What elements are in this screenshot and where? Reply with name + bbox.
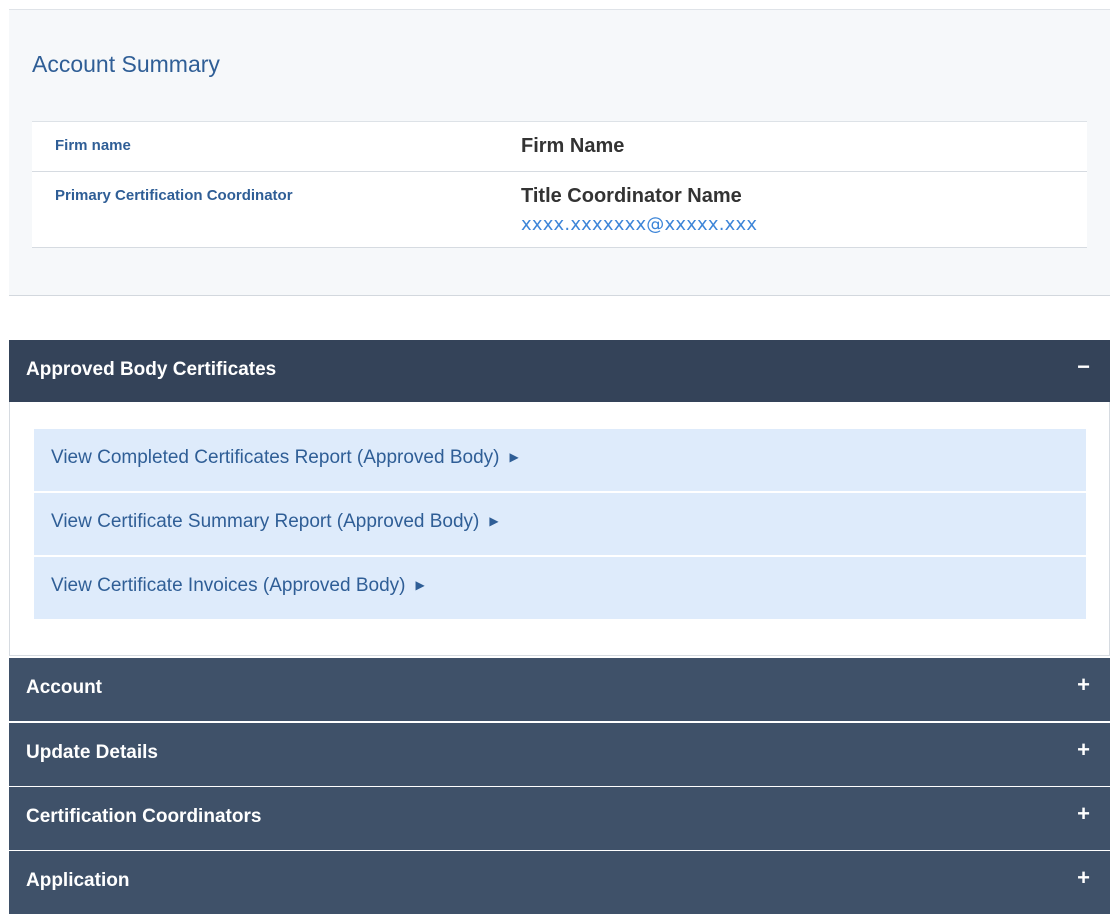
accordion-header-account[interactable]: Account + (9, 658, 1110, 721)
accordion-header-approved-body-certificates[interactable]: Approved Body Certificates − (9, 340, 1110, 403)
link-label[interactable]: View Completed Certificates Report (Appr… (51, 447, 499, 468)
link-label-wrap[interactable]: View Completed Certificates Report (Appr… (51, 447, 519, 469)
collapse-icon[interactable]: − (1077, 356, 1090, 378)
accordion-header-update-details[interactable]: Update Details + (9, 723, 1110, 786)
coordinator-email-link[interactable]: xxxx.xxxxxxx@xxxxx.xxx (521, 214, 757, 235)
link-label-wrap[interactable]: View Certificate Summary Report (Approve… (51, 511, 499, 533)
firm-name-row: Firm name Firm Name (32, 122, 1087, 172)
accordion-title: Approved Body Certificates (26, 359, 277, 380)
accordion-header-application[interactable]: Application + (9, 851, 1110, 914)
account-summary-card: Account Summary Firm name Firm Name Prim… (9, 9, 1110, 296)
view-certificate-invoices-link[interactable]: View Certificate Invoices (Approved Body… (34, 557, 1086, 619)
accordion-title: Application (26, 870, 130, 891)
play-arrow-icon: ▶ (415, 578, 425, 592)
accordion-panel-approved-body-certificates: View Completed Certificates Report (Appr… (9, 402, 1110, 656)
link-label-wrap[interactable]: View Certificate Invoices (Approved Body… (51, 575, 425, 597)
expand-icon[interactable]: + (1077, 674, 1090, 696)
account-summary-table: Firm name Firm Name Primary Certificatio… (32, 121, 1087, 248)
accordion-title: Update Details (26, 742, 158, 763)
coordinator-name: Title Coordinator Name (521, 185, 742, 207)
expand-icon[interactable]: + (1077, 739, 1090, 761)
account-summary-title: Account Summary (32, 51, 220, 77)
expand-icon[interactable]: + (1077, 803, 1090, 825)
link-label[interactable]: View Certificate Invoices (Approved Body… (51, 575, 405, 596)
accordion-title: Certification Coordinators (26, 806, 262, 827)
play-arrow-icon: ▶ (509, 450, 519, 464)
firm-name-value: Firm Name (521, 135, 625, 157)
view-completed-certificates-report-link[interactable]: View Completed Certificates Report (Appr… (34, 429, 1086, 491)
firm-name-label: Firm name (55, 137, 131, 154)
play-arrow-icon: ▶ (489, 514, 499, 528)
expand-icon[interactable]: + (1077, 867, 1090, 889)
accordion-header-certification-coordinators[interactable]: Certification Coordinators + (9, 787, 1110, 850)
coordinator-row: Primary Certification Coordinator Title … (32, 172, 1087, 248)
link-label[interactable]: View Certificate Summary Report (Approve… (51, 511, 479, 532)
accordion-title: Account (26, 677, 102, 698)
coordinator-label: Primary Certification Coordinator (55, 187, 293, 204)
view-certificate-summary-report-link[interactable]: View Certificate Summary Report (Approve… (34, 493, 1086, 555)
